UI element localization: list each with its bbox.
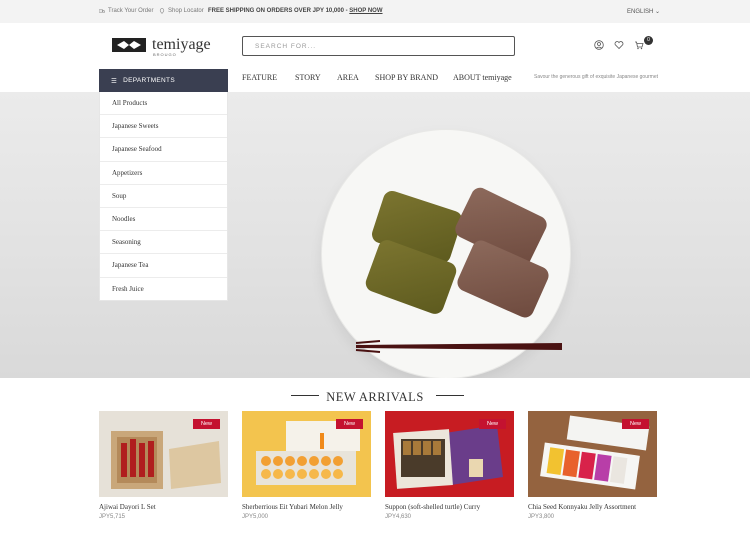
departments-button[interactable]: ☰ DEPARTMENTS (99, 69, 228, 92)
dept-noodles[interactable]: Noodles (100, 208, 227, 232)
product-card[interactable]: New Chia Seed Konnyaku Jelly Assortment … (528, 411, 657, 520)
logo[interactable]: temiyage BROUGO (112, 35, 211, 57)
product-card[interactable]: New Suppon (soft-shelled turtle) Curry J… (385, 411, 514, 520)
product-price: JPY5,715 (99, 514, 126, 520)
main-navigation: ☰ DEPARTMENTS FEATURE STORY AREA SHOP BY… (0, 69, 750, 92)
dept-seasoning[interactable]: Seasoning (100, 231, 227, 255)
shop-locator-label: Shop Locator (168, 8, 204, 14)
dept-all-products[interactable]: All Products (100, 92, 227, 116)
heart-icon[interactable] (614, 40, 624, 50)
nav-story[interactable]: STORY (295, 73, 321, 82)
product-price: JPY4,630 (385, 514, 412, 520)
nav-area[interactable]: AREA (337, 73, 359, 82)
search-placeholder: SEARCH FOR... (255, 43, 317, 50)
dept-appetizers[interactable]: Appetizers (100, 162, 227, 185)
cart-count-badge: 0 (644, 36, 653, 45)
nav-shop-by-brand[interactable]: SHOP BY BRAND (375, 73, 438, 82)
product-name[interactable]: Chia Seed Konnyaku Jelly Assortment (528, 503, 657, 512)
new-badge: New (622, 419, 649, 429)
account-icon[interactable] (594, 40, 604, 50)
dept-fresh-juice[interactable]: Fresh Juice (100, 278, 227, 301)
logo-wordmark: temiyage (152, 36, 211, 53)
furoshiki-logo-icon (112, 38, 146, 52)
product-image[interactable]: New (385, 411, 514, 497)
product-image[interactable]: New (242, 411, 371, 497)
new-arrivals-title: NEW ARRIVALS (326, 390, 424, 404)
free-shipping-text: FREE SHIPPING ON ORDERS OVER JPY 10,000 … (208, 8, 350, 14)
site-header: temiyage BROUGO SEARCH FOR... 0 (0, 23, 750, 69)
header-icons (594, 40, 644, 50)
new-arrivals-heading: NEW ARRIVALS (0, 388, 750, 406)
product-name[interactable]: Sherberrious Eit Yubari Melon Jelly (242, 503, 371, 512)
new-badge: New (479, 419, 506, 429)
language-label: ENGLISH (627, 9, 654, 15)
departments-label: DEPARTMENTS (123, 77, 175, 84)
product-card[interactable]: New Sherberrious Eit Yubari Melon Jelly … (242, 411, 371, 520)
top-bar: Track Your Order Shop Locator FREE SHIPP… (0, 0, 750, 23)
product-name[interactable]: Suppon (soft-shelled turtle) Curry (385, 503, 514, 512)
language-selector[interactable]: ENGLISH ⌄ (627, 8, 660, 15)
product-price: JPY5,000 (242, 514, 269, 520)
product-card[interactable]: New Ajiwai Dayori L Set JPY5,715 (99, 411, 228, 520)
dept-japanese-seafood[interactable]: Japanese Seafood (100, 138, 227, 162)
dept-japanese-sweets[interactable]: Japanese Sweets (100, 115, 227, 139)
new-badge: New (336, 419, 363, 429)
cart-icon[interactable] (634, 40, 644, 50)
nav-about[interactable]: ABOUT temiyage (453, 73, 512, 82)
tagline: Savour the generous gift of exquisite Ja… (534, 74, 658, 80)
track-order-link[interactable]: Track Your Order (99, 8, 153, 14)
truck-icon (99, 9, 105, 13)
heading-divider-left (291, 395, 319, 396)
dept-soup[interactable]: Soup (100, 185, 227, 208)
nav-feature[interactable]: FEATURE (242, 73, 277, 82)
departments-dropdown: All Products Japanese Sweets Japanese Se… (99, 92, 228, 301)
product-image[interactable]: New (99, 411, 228, 497)
shop-locator-link[interactable]: Shop Locator (159, 8, 204, 14)
logo-subtitle: BROUGO (153, 52, 177, 57)
location-pin-icon (159, 8, 165, 14)
dept-japanese-tea[interactable]: Japanese Tea (100, 254, 227, 278)
product-image[interactable]: New (528, 411, 657, 497)
product-name[interactable]: Ajiwai Dayori L Set (99, 503, 228, 512)
free-shipping-banner: FREE SHIPPING ON ORDERS OVER JPY 10,000 … (208, 8, 383, 14)
search-input[interactable]: SEARCH FOR... (242, 36, 515, 56)
product-price: JPY3,800 (528, 514, 555, 520)
shop-now-link[interactable]: SHOP NOW (349, 8, 382, 14)
hamburger-icon: ☰ (111, 77, 118, 85)
chevron-down-icon: ⌄ (655, 9, 661, 15)
heading-divider-right (436, 395, 464, 396)
new-badge: New (193, 419, 220, 429)
track-order-label: Track Your Order (108, 8, 154, 14)
